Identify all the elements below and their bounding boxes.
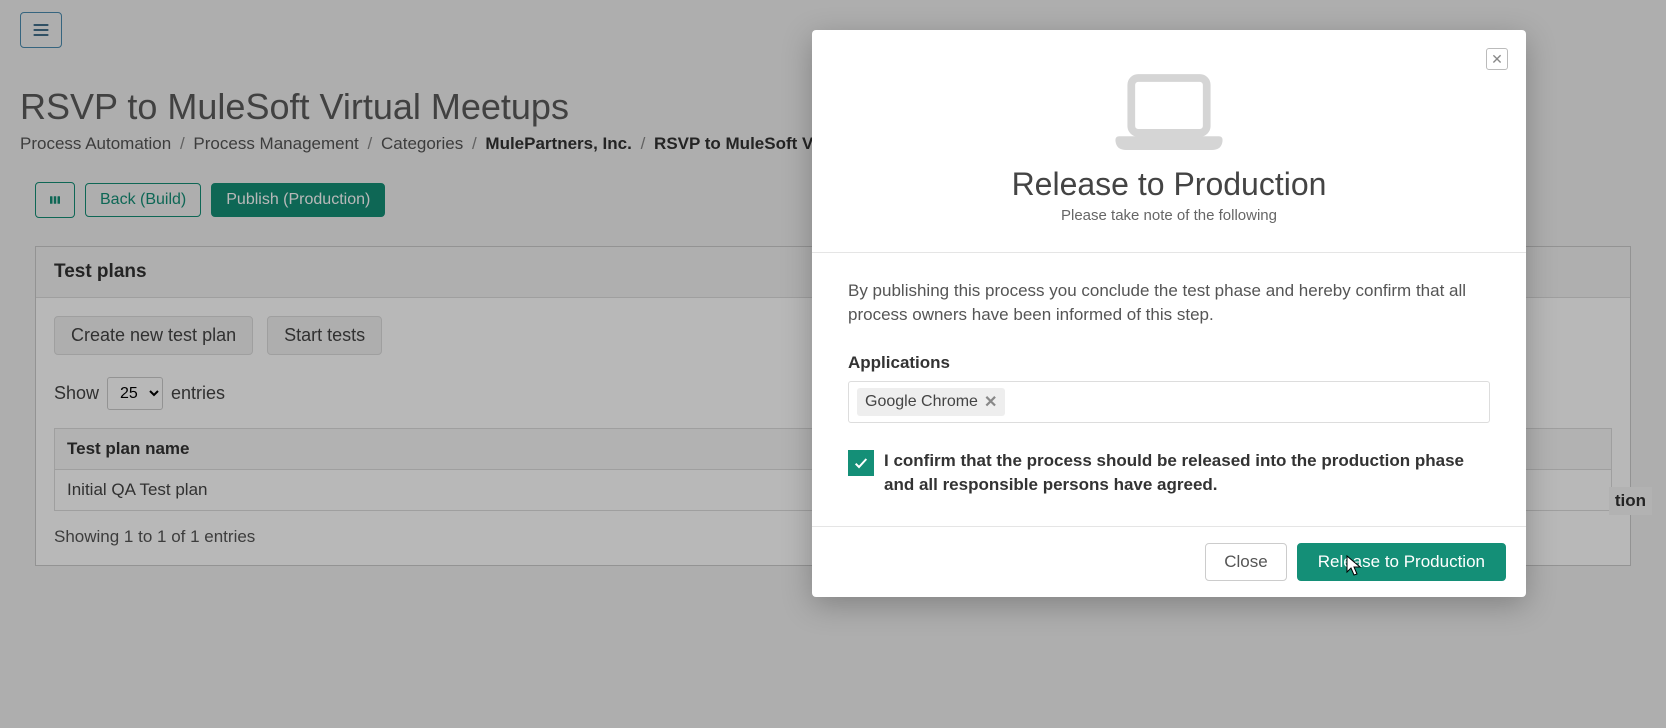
applications-input[interactable]: Google Chrome ✕ bbox=[848, 381, 1490, 423]
laptop-icon bbox=[1109, 66, 1229, 156]
modal-close-button[interactable]: ✕ bbox=[1486, 48, 1508, 70]
chip-label: Google Chrome bbox=[865, 393, 978, 411]
close-button[interactable]: Close bbox=[1205, 543, 1286, 581]
release-to-production-modal: ✕ Release to Production Please take note… bbox=[812, 30, 1526, 597]
chip-google-chrome: Google Chrome ✕ bbox=[857, 388, 1005, 416]
close-icon: ✕ bbox=[1491, 51, 1503, 68]
modal-title: Release to Production bbox=[848, 166, 1490, 203]
modal-subtitle: Please take note of the following bbox=[848, 207, 1490, 224]
confirm-checkbox[interactable] bbox=[848, 450, 874, 476]
modal-lead-text: By publishing this process you conclude … bbox=[848, 279, 1490, 327]
remove-chip-icon[interactable]: ✕ bbox=[984, 392, 997, 412]
release-to-production-button[interactable]: Release to Production bbox=[1297, 543, 1506, 581]
confirm-text: I confirm that the process should be rel… bbox=[884, 449, 1490, 498]
check-icon bbox=[853, 455, 869, 471]
applications-label: Applications bbox=[848, 353, 1490, 373]
release-button-label: Release to Production bbox=[1318, 552, 1485, 571]
